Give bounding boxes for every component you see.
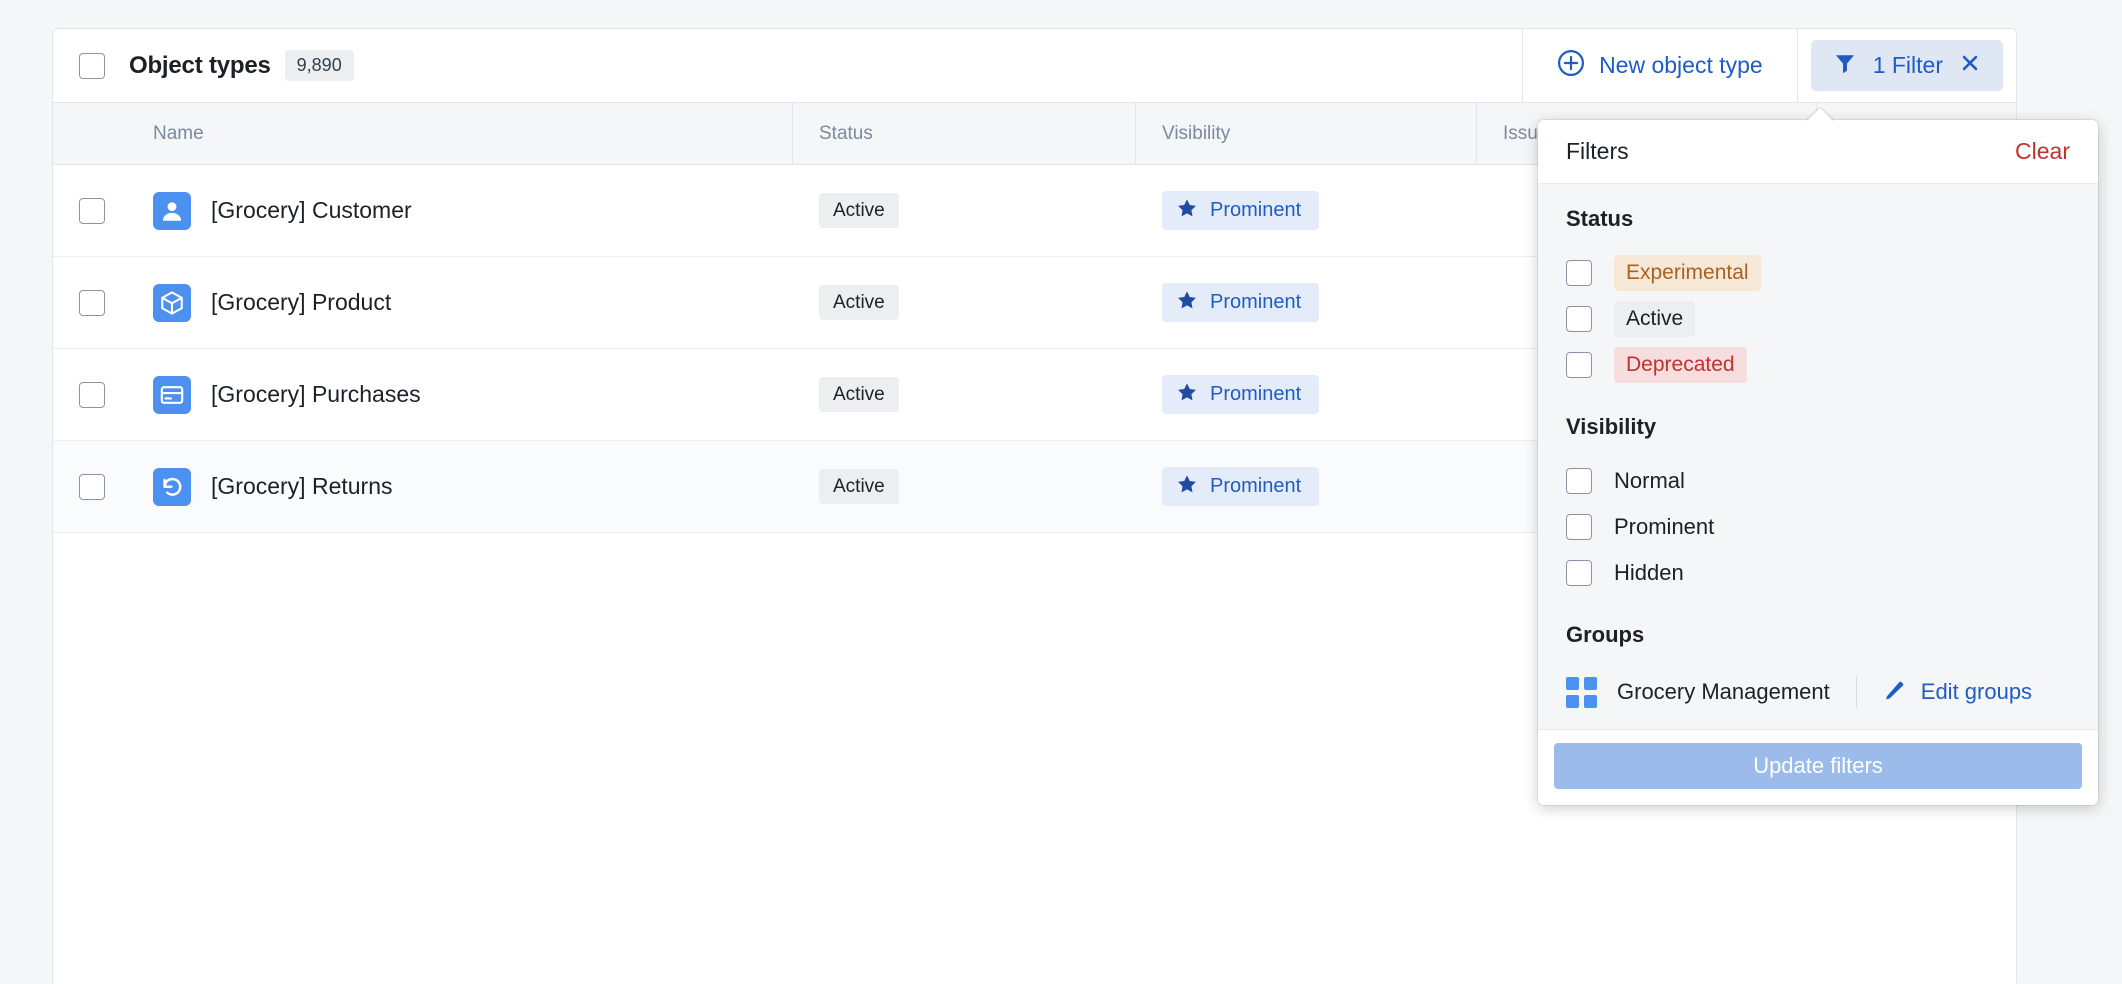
label-normal: Normal: [1614, 468, 1685, 493]
toolbar-left-group: Object types 9,890: [53, 29, 1522, 102]
row-checkbox[interactable]: [79, 289, 105, 316]
visibility-section-title: Visibility: [1566, 414, 1657, 439]
row-status-cell: Active: [793, 257, 1136, 349]
filter-option-active[interactable]: Active: [1566, 296, 2070, 342]
filters-popover: Filters Clear Status Experimental Active…: [1538, 120, 2098, 805]
update-filters-button[interactable]: Update filters: [1554, 743, 2082, 789]
row-name-cell: [Grocery] Purchases: [153, 349, 793, 441]
tag-deprecated: Deprecated: [1614, 347, 1747, 383]
column-header-visibility[interactable]: Visibility: [1136, 102, 1477, 165]
grid-icon: [1566, 676, 1597, 708]
funnel-icon: [1833, 51, 1857, 80]
table-toolbar: Object types 9,890 New object type 1 Fil…: [53, 29, 2016, 103]
row-status-cell: Active: [793, 349, 1136, 441]
tag-experimental: Experimental: [1614, 255, 1761, 291]
visibility-label: Prominent: [1210, 199, 1302, 221]
column-header-name[interactable]: Name: [53, 102, 793, 165]
row-status-cell: Active: [793, 165, 1136, 257]
plus-circle-icon: [1557, 49, 1585, 82]
visibility-badge: Prominent: [1162, 191, 1320, 230]
status-badge: Active: [819, 376, 899, 413]
filter-button-label: 1 Filter: [1872, 52, 1943, 78]
label-prominent: Prominent: [1614, 514, 1715, 539]
person-icon: [153, 191, 191, 230]
popover-body: Status Experimental Active Deprecated Vi…: [1538, 184, 2098, 729]
row-name-cell: [Grocery] Product: [153, 257, 793, 349]
row-checkbox[interactable]: [79, 473, 105, 500]
new-object-type-button[interactable]: New object type: [1522, 29, 1797, 103]
filter-option-normal[interactable]: Normal: [1566, 458, 2070, 504]
checkbox-normal[interactable]: [1566, 468, 1592, 494]
pencil-icon: [1883, 678, 1907, 707]
checkbox-hidden[interactable]: [1566, 560, 1592, 586]
star-icon: [1176, 197, 1198, 224]
checkbox-active[interactable]: [1566, 306, 1592, 332]
checkbox-experimental[interactable]: [1566, 260, 1592, 286]
edit-groups-button[interactable]: Edit groups: [1883, 678, 2032, 707]
row-name-cell: [Grocery] Returns: [153, 441, 793, 533]
visibility-label: Prominent: [1210, 383, 1302, 405]
object-count-badge: 9,890: [284, 49, 354, 82]
row-name-cell: [Grocery] Customer: [153, 165, 793, 257]
row-status-cell: Active: [793, 441, 1136, 533]
star-icon: [1176, 289, 1198, 316]
visibility-label: Prominent: [1210, 475, 1302, 497]
visibility-label: Prominent: [1210, 291, 1302, 313]
visibility-badge: Prominent: [1162, 467, 1320, 506]
visibility-badge: Prominent: [1162, 283, 1320, 322]
undo-icon: [153, 467, 191, 506]
popover-arrow: [1806, 107, 1834, 121]
filter-button[interactable]: 1 Filter: [1810, 40, 2003, 91]
filter-option-hidden[interactable]: Hidden: [1566, 550, 2070, 596]
new-object-type-label: New object type: [1599, 52, 1763, 78]
star-icon: [1176, 381, 1198, 408]
group-name[interactable]: Grocery Management: [1617, 679, 1830, 705]
page-root: Object types 9,890 New object type 1 Fil…: [0, 0, 2122, 984]
row-select-cell: [53, 441, 153, 533]
groups-row: Grocery Management Edit groups: [1566, 666, 2070, 718]
status-badge: Active: [819, 192, 899, 229]
object-type-name: [Grocery] Customer: [211, 197, 412, 223]
select-all-checkbox[interactable]: [79, 52, 105, 79]
object-type-name: [Grocery] Purchases: [211, 381, 421, 407]
row-checkbox[interactable]: [79, 197, 105, 224]
filter-button-container: 1 Filter: [1796, 29, 2016, 103]
cube-icon: [153, 283, 191, 322]
row-checkbox[interactable]: [79, 381, 105, 408]
label-hidden: Hidden: [1614, 560, 1684, 585]
popover-footer: Update filters: [1538, 729, 2098, 805]
filter-option-experimental[interactable]: Experimental: [1566, 250, 2070, 296]
row-visibility-cell: Prominent: [1136, 257, 1477, 349]
checkbox-prominent[interactable]: [1566, 514, 1592, 540]
checkbox-deprecated[interactable]: [1566, 352, 1592, 378]
clear-filters-button[interactable]: Clear: [2015, 138, 2070, 165]
tag-active: Active: [1614, 301, 1696, 337]
close-icon[interactable]: [1959, 52, 1981, 79]
row-visibility-cell: Prominent: [1136, 349, 1477, 441]
status-badge: Active: [819, 468, 899, 505]
row-select-cell: [53, 257, 153, 349]
divider: [1855, 677, 1857, 707]
groups-section-title: Groups: [1566, 622, 1645, 647]
filter-option-prominent[interactable]: Prominent: [1566, 504, 2070, 550]
row-select-cell: [53, 165, 153, 257]
column-header-status[interactable]: Status: [793, 102, 1136, 165]
card-icon: [153, 375, 191, 414]
row-visibility-cell: Prominent: [1136, 165, 1477, 257]
popover-title: Filters: [1566, 138, 1629, 164]
status-badge: Active: [819, 284, 899, 321]
object-type-name: [Grocery] Product: [211, 289, 392, 315]
edit-groups-label: Edit groups: [1920, 679, 2033, 704]
popover-header: Filters Clear: [1538, 120, 2098, 184]
object-type-name: [Grocery] Returns: [211, 473, 393, 499]
filter-option-deprecated[interactable]: Deprecated: [1566, 342, 2070, 388]
visibility-badge: Prominent: [1162, 375, 1320, 414]
row-select-cell: [53, 349, 153, 441]
row-visibility-cell: Prominent: [1136, 441, 1477, 533]
star-icon: [1176, 473, 1198, 500]
page-title: Object types: [129, 51, 271, 79]
status-section-title: Status: [1566, 206, 1634, 231]
